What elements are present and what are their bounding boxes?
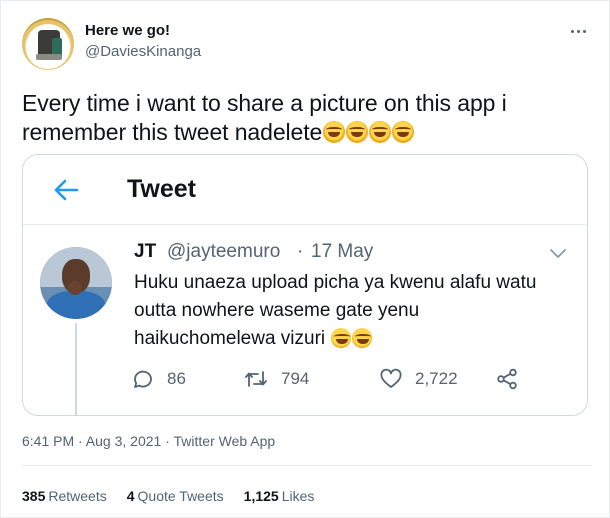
back-arrow-icon (53, 179, 79, 201)
embedded-screenshot[interactable]: Tweet JT @jayteemuro · 17 May Huku unaez… (22, 154, 588, 416)
share-action (495, 366, 519, 392)
divider (22, 465, 592, 466)
share-icon (497, 368, 517, 390)
author-name[interactable]: Here we go! (85, 22, 170, 39)
quoted-date: 17 May (311, 241, 374, 262)
likes-stat[interactable]: 1,125 Likes (244, 488, 315, 504)
rofl-emoji-icon (392, 121, 415, 143)
rofl-emoji-icon (346, 121, 369, 143)
thread-line (75, 323, 77, 415)
retweets-label: Retweets (48, 488, 107, 504)
quote-tweets-count: 4 (126, 488, 135, 504)
quoted-name: JT (134, 241, 157, 262)
quoted-avatar (40, 247, 112, 319)
like-count: 2,722 (415, 369, 458, 388)
tweet-timestamp[interactable]: 6:41 PM · Aug 3, 2021 · Twitter Web App (22, 433, 275, 449)
quote-tweets-stat[interactable]: 4 Quote Tweets (127, 488, 224, 504)
tweet-text: Every time i want to share a picture on … (22, 89, 592, 147)
reply-action: 86 (131, 366, 186, 392)
tweet-text-body: Every time i want to share a picture on … (22, 90, 507, 145)
more-icon[interactable] (569, 23, 589, 39)
rofl-emoji-icon (323, 121, 346, 143)
quoted-text: Huku unaeza upload picha ya kwenu alafu … (134, 269, 554, 353)
retweet-count: 794 (281, 369, 310, 388)
retweets-stat[interactable]: 385 Retweets (22, 488, 107, 504)
quoted-handle: @jayteemuro (167, 241, 281, 262)
author-avatar[interactable] (22, 18, 74, 70)
likes-label: Likes (281, 488, 315, 504)
like-action: 2,722 (379, 366, 458, 392)
retweet-icon (245, 371, 267, 387)
rofl-emoji-icon (369, 121, 392, 143)
reply-icon (134, 370, 152, 388)
author-handle[interactable]: @DaviesKinanga (85, 43, 201, 60)
joy-emoji-icon (352, 328, 373, 348)
reply-count: 86 (167, 369, 186, 388)
retweet-action: 794 (243, 366, 309, 392)
embed-header: Tweet (23, 155, 587, 225)
retweets-count: 385 (22, 488, 46, 504)
like-icon (380, 368, 402, 388)
embed-title: Tweet (127, 175, 196, 203)
quoted-separator: · (297, 241, 304, 262)
likes-count: 1,125 (243, 488, 279, 504)
tweet-card: Here we go! @DaviesKinanga Every time i … (0, 0, 610, 518)
tweet-stats: 385 Retweets 4 Quote Tweets 1,125 Likes (22, 488, 314, 504)
chevron-down-icon (549, 247, 567, 259)
joy-emoji-icon (331, 328, 352, 348)
quote-tweets-label: Quote Tweets (137, 488, 224, 504)
